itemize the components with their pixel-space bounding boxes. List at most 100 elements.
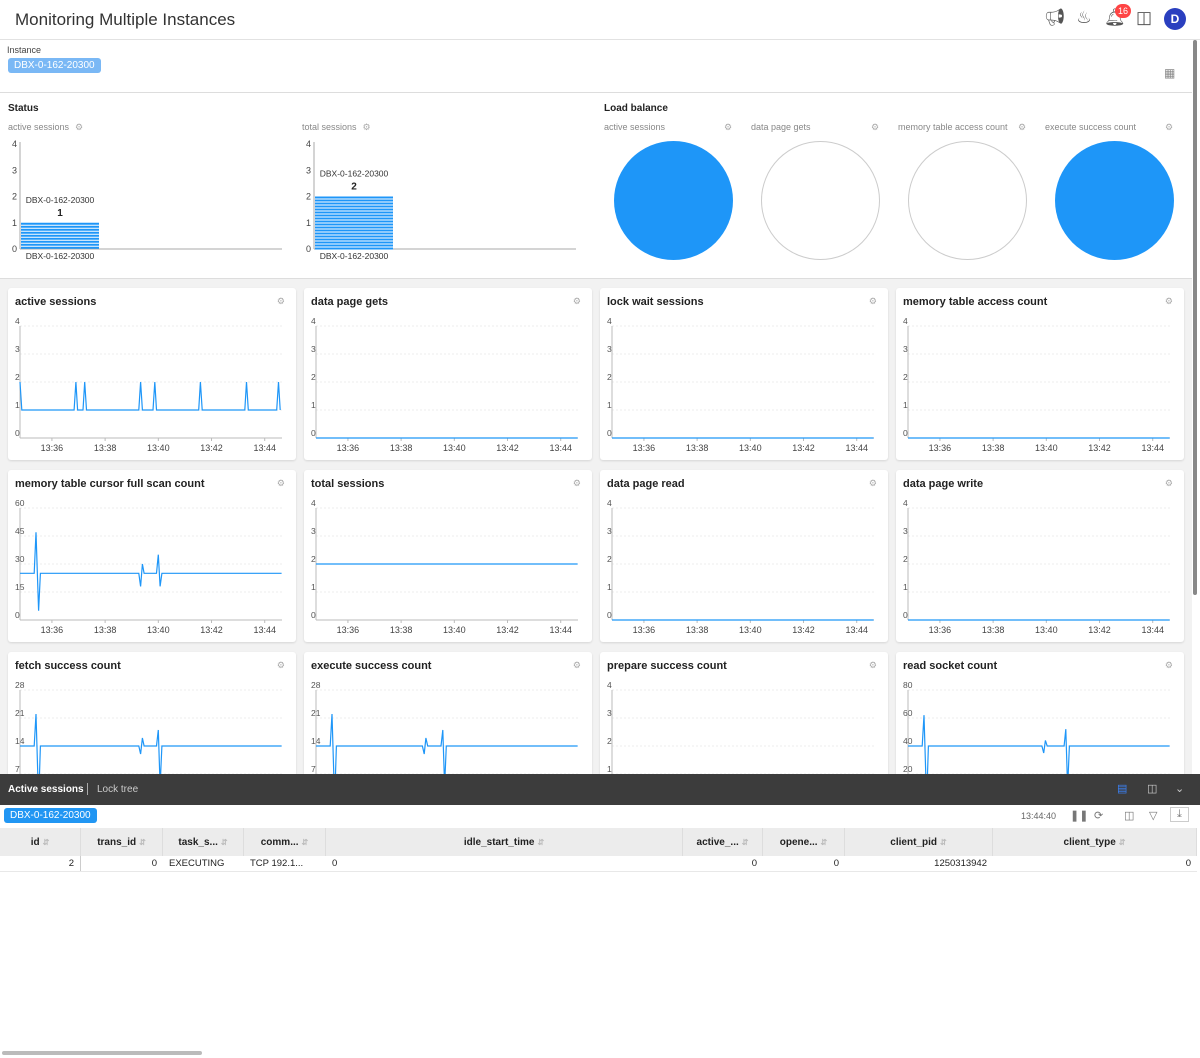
line-chart: 0123413:3613:3813:4013:4213:44 — [607, 680, 874, 774]
megaphone-icon[interactable]: 📢︎ — [1044, 8, 1066, 30]
x-tick-label: 13:38 — [390, 625, 413, 635]
tab-divider — [87, 783, 88, 795]
tab-active-sessions[interactable]: Active sessions — [8, 784, 84, 795]
instance-filter: Instance DBX-0-162-20300 ▦ — [0, 40, 1192, 93]
x-tick-label: 13:40 — [443, 625, 466, 635]
info-panel-icon[interactable]: ◫ — [1134, 8, 1154, 30]
download-icon[interactable]: ⤓ — [1170, 807, 1189, 822]
dock-right-icon[interactable]: ◫ — [1147, 782, 1157, 795]
bar-stripe — [315, 196, 393, 199]
y-tick-label: 2 — [15, 372, 20, 382]
column-header[interactable]: comm... ⇵ — [244, 828, 326, 856]
series-line[interactable] — [20, 713, 282, 774]
table-cell: 0 — [751, 858, 757, 869]
pie-chart[interactable] — [614, 141, 733, 260]
y-tick-label: 4 — [903, 316, 908, 326]
x-tick-label: 13:36 — [633, 625, 656, 635]
column-header[interactable]: client_pid ⇵ — [845, 828, 993, 856]
columns-icon[interactable]: ◫ — [1124, 809, 1134, 822]
instance-chip[interactable]: DBX-0-162-20300 — [4, 808, 97, 823]
chart-panel: data page write ⚙ 0 1 2 3 4 13:36 13:38 13:40 13:4… — [896, 470, 1184, 642]
refresh-icon[interactable]: ⟳ — [1094, 809, 1103, 822]
avatar[interactable]: D — [1164, 8, 1186, 30]
x-tick-label: 13:42 — [1088, 625, 1111, 635]
table-cell: EXECUTING — [169, 858, 225, 869]
pause-icon[interactable]: ❚❚ — [1070, 809, 1088, 822]
y-tick-label: 1 — [607, 582, 612, 592]
status-bar[interactable] — [315, 196, 393, 250]
bar-stripe — [21, 240, 99, 243]
bar-stripe — [315, 223, 393, 226]
x-tick-label: 13:38 — [982, 625, 1005, 635]
x-tick-label: 13:42 — [200, 443, 223, 453]
pie-chart[interactable] — [1055, 141, 1174, 260]
notification-badge: 16 — [1115, 4, 1132, 18]
table-cell: 0 — [151, 858, 157, 869]
status-bar[interactable] — [21, 222, 99, 249]
load-balance-title: Load balance — [604, 103, 668, 114]
bar-stripe — [315, 238, 393, 241]
instance-chip[interactable]: DBX-0-162-20300 — [8, 58, 101, 73]
column-header[interactable]: opene... ⇵ — [763, 828, 845, 856]
y-tick-label: 2 — [607, 554, 612, 564]
y-tick-label: 3 — [607, 344, 612, 354]
gear-icon[interactable]: ⚙ — [724, 122, 732, 133]
y-tick-label: 4 — [311, 498, 316, 508]
y-tick-label: 0 — [15, 610, 20, 620]
line-chart: 0123413:3613:3813:4013:4213:44 — [311, 498, 578, 635]
x-tick-label: 13:36 — [929, 625, 952, 635]
bar-value-label: 2 — [351, 182, 357, 193]
y-tick-label: 3 — [15, 344, 20, 354]
table-row[interactable]: 2 0 EXECUTING TCP 192.1... 0 0 0 1250313942 0 — [0, 856, 1197, 872]
y-tick-label: 2 — [903, 554, 908, 564]
column-header[interactable]: task_s... ⇵ — [163, 828, 244, 856]
y-tick-label: 3 — [311, 344, 316, 354]
x-tick-label: 13:42 — [792, 625, 815, 635]
column-header[interactable]: id ⇵ — [0, 828, 81, 856]
bar-stripe — [315, 229, 393, 232]
bar-stripe — [315, 205, 393, 208]
x-tick-label: 13:44 — [1141, 443, 1164, 453]
paint-bucket-icon[interactable]: ♨︎ — [1074, 8, 1094, 30]
column-header[interactable]: idle_start_time ⇵ — [326, 828, 683, 856]
pie-chart[interactable] — [908, 141, 1027, 260]
pie-title: data page gets — [751, 122, 811, 132]
x-tick-label: 13:42 — [1088, 443, 1111, 453]
column-header[interactable]: trans_id ⇵ — [81, 828, 163, 856]
y-tick-label: 2 — [311, 554, 316, 564]
horizontal-scrollbar[interactable] — [2, 1051, 202, 1055]
bar-stripe — [21, 243, 99, 246]
gear-icon[interactable]: ⚙ — [871, 122, 879, 133]
gear-icon[interactable]: ⚙ — [1018, 122, 1026, 133]
line-chart: 0123413:3613:3813:4013:4213:44 — [903, 316, 1170, 453]
gear-icon[interactable]: ⚙ — [1165, 122, 1173, 133]
x-tick-label: 13:42 — [200, 625, 223, 635]
series-line[interactable] — [908, 715, 1170, 774]
tab-lock-tree[interactable]: Lock tree — [97, 784, 138, 795]
layout-icon[interactable]: ▦ — [1164, 66, 1175, 80]
table-cell: 0 — [332, 858, 338, 869]
sort-icon: ⇵ — [741, 837, 749, 847]
column-header[interactable]: active_... ⇵ — [683, 828, 763, 856]
x-tick-label: 13:40 — [147, 443, 170, 453]
dock-bottom-icon[interactable]: ▤ — [1117, 782, 1127, 795]
x-tick-label: 13:38 — [94, 443, 117, 453]
filter-icon[interactable]: ▽ — [1149, 809, 1157, 822]
y-tick-label: 3 — [306, 165, 311, 175]
chart-panel: active sessions ⚙ 0 1 2 3 4 13:36 13:38 13:40 13:4… — [8, 288, 296, 460]
y-tick-label: 1 — [311, 582, 316, 592]
bar-stripe — [315, 217, 393, 220]
series-line[interactable] — [19, 381, 281, 411]
series-line[interactable] — [20, 532, 282, 611]
bell-icon[interactable]: 🔔︎ 16 — [1104, 4, 1132, 30]
y-tick-label: 3 — [903, 344, 908, 354]
y-tick-label: 1 — [15, 400, 20, 410]
y-tick-label: 3 — [607, 708, 612, 718]
vertical-scrollbar[interactable] — [1193, 40, 1197, 595]
series-line[interactable] — [316, 713, 578, 774]
chevron-down-icon[interactable]: ⌄ — [1175, 782, 1184, 795]
column-header[interactable]: client_type ⇵ — [993, 828, 1197, 856]
x-tick-label: 13:40 — [739, 625, 762, 635]
y-tick-label: 0 — [311, 610, 316, 620]
pie-chart[interactable] — [761, 141, 880, 260]
